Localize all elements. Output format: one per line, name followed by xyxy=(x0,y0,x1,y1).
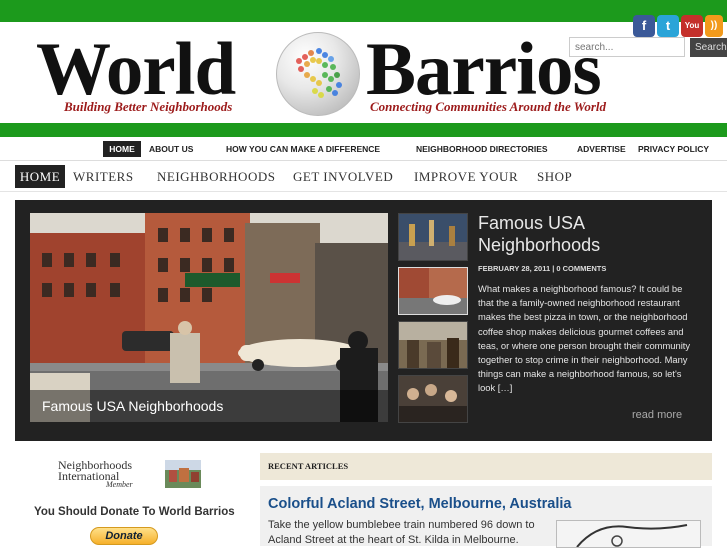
nav-divider-2 xyxy=(0,191,727,192)
featured-meta: FEBRUARY 28, 2011 | 0 COMMENTS xyxy=(478,264,607,273)
tagline-left: Building Better Neighborhoods xyxy=(64,99,233,114)
logo-text-world[interactable]: World xyxy=(36,30,236,110)
nav-home[interactable]: HOME xyxy=(103,141,141,157)
ni-logo-image xyxy=(165,460,201,488)
cat-nav-writers[interactable]: WRITERS xyxy=(73,165,134,188)
cat-nav-improve-your[interactable]: IMPROVE YOUR xyxy=(414,165,518,188)
ni-logo-line3: Member xyxy=(106,480,133,489)
article-title[interactable]: Colorful Acland Street, Melbourne, Austr… xyxy=(268,496,571,512)
neighborhoods-international-logo[interactable]: Neighborhoods International Member xyxy=(58,459,203,489)
donate-button[interactable]: Donate xyxy=(90,527,158,545)
nav-privacy-policy[interactable]: PRIVACY POLICY xyxy=(638,141,709,157)
nav-make-a-difference[interactable]: HOW YOU CAN MAKE A DIFFERENCE xyxy=(226,141,380,157)
nav-about-us[interactable]: ABOUT US xyxy=(149,141,193,157)
article-excerpt: Take the yellow bumblebee train numbered… xyxy=(268,519,535,546)
facebook-icon[interactable]: f xyxy=(633,15,655,37)
donate-heading: You Should Donate To World Barrios xyxy=(34,506,235,518)
search-button[interactable]: Search xyxy=(690,38,727,57)
thumb-2[interactable] xyxy=(398,267,468,315)
top-green-bar xyxy=(0,0,727,22)
featured-caption[interactable]: Famous USA Neighborhoods xyxy=(42,398,223,414)
article-thumbnail[interactable] xyxy=(556,520,701,548)
nav-divider xyxy=(0,160,727,161)
tagline-right: Connecting Communities Around the World xyxy=(370,99,606,114)
cat-nav-get-involved[interactable]: GET INVOLVED xyxy=(293,165,393,188)
recent-articles-title: RECENT ARTICLES xyxy=(268,461,349,471)
featured-title[interactable]: Famous USA Neighborhoods xyxy=(478,212,708,256)
cat-nav-neighborhoods[interactable]: NEIGHBORHOODS xyxy=(157,165,275,188)
nav-advertise[interactable]: ADVERTISE xyxy=(577,141,626,157)
logo-text-barrios[interactable]: Barrios xyxy=(366,30,602,110)
thumb-4[interactable] xyxy=(398,375,468,423)
youtube-icon[interactable]: You xyxy=(681,15,703,37)
globe-logo-icon xyxy=(276,32,360,116)
rss-icon[interactable]: )) xyxy=(705,15,723,37)
cat-nav-shop[interactable]: SHOP xyxy=(537,165,572,188)
twitter-icon[interactable]: t xyxy=(657,15,679,37)
thumb-3[interactable] xyxy=(398,321,468,369)
featured-excerpt: What makes a neighborhood famous? It cou… xyxy=(478,283,691,394)
cat-nav-home[interactable]: HOME xyxy=(15,165,65,188)
thumb-1[interactable] xyxy=(398,213,468,261)
nav-neighborhood-directories[interactable]: NEIGHBORHOOD DIRECTORIES xyxy=(416,141,548,157)
header-green-bar xyxy=(0,123,727,137)
read-more-link[interactable]: read more xyxy=(632,409,682,421)
